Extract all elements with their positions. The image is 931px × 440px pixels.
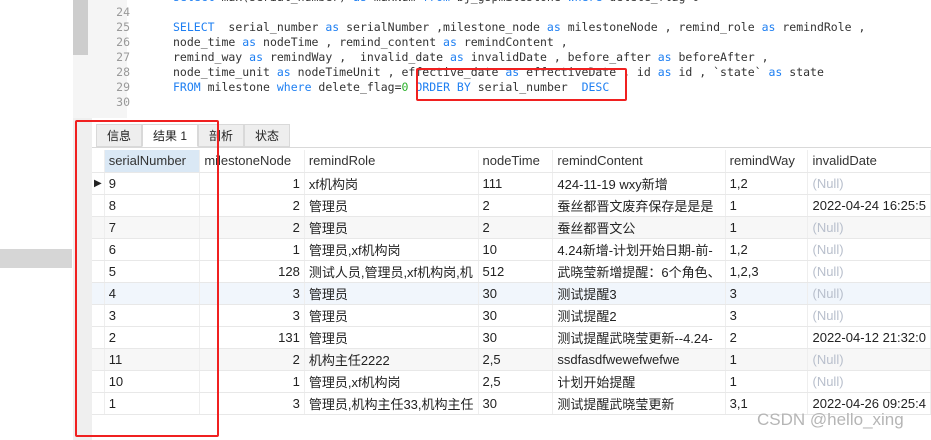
cell-remindWay[interactable]: 3	[725, 304, 809, 327]
cell-remindContent[interactable]: 测试提醒2	[552, 304, 726, 327]
cell-nodeTime[interactable]: 2	[478, 194, 554, 217]
cell-nodeTime[interactable]: 2,5	[478, 370, 554, 393]
cell-nodeTime[interactable]: 111	[478, 172, 554, 195]
cell-remindRole[interactable]: 测试人员,管理员,xf机构岗,机	[304, 260, 479, 283]
cell-invalidDate[interactable]: (Null)	[807, 304, 931, 327]
cell-remindRole[interactable]: 管理员	[304, 282, 479, 305]
column-header-remindWay[interactable]: remindWay	[725, 150, 809, 173]
cell-remindRole[interactable]: 管理员,xf机构岗	[304, 370, 479, 393]
sql-line-25[interactable]: SELECT serial_number as serialNumber ,mi…	[173, 20, 865, 35]
cell-remindContent[interactable]: 4.24新增-计划开始日期-前-	[552, 238, 726, 261]
cell-remindRole[interactable]: 管理员	[304, 326, 479, 349]
cell-remindRole[interactable]: 机构主任2222	[304, 348, 479, 371]
column-header-invalidDate[interactable]: invalidDate	[807, 150, 931, 173]
line-number: 26	[116, 35, 130, 49]
line-number: 29	[116, 80, 130, 94]
sql-line-27[interactable]: remind_way as remindWay , invalid_date a…	[173, 50, 769, 65]
line-number: 27	[116, 50, 130, 64]
cell-nodeTime[interactable]: 30	[478, 282, 554, 305]
cell-remindWay[interactable]: 1	[725, 216, 809, 239]
cell-remindRole[interactable]: 管理员	[304, 194, 479, 217]
cell-remindWay[interactable]: 1	[725, 348, 809, 371]
sql-line-23[interactable]: select max(serial_number) as maxNum from…	[173, 0, 699, 5]
line-number: 25	[116, 20, 130, 34]
cell-remindContent[interactable]: 计划开始提醒	[552, 370, 726, 393]
cell-nodeTime[interactable]: 512	[478, 260, 554, 283]
line-number: 24	[116, 5, 130, 19]
cell-remindContent[interactable]: 蚕丝都晋文公	[552, 216, 726, 239]
cell-remindWay[interactable]: 1	[725, 194, 809, 217]
side-panel-scrollbar[interactable]	[0, 249, 72, 268]
cell-remindRole[interactable]: xf机构岗	[304, 172, 479, 195]
watermark: CSDN @hello_xing	[757, 410, 904, 429]
cell-nodeTime[interactable]: 2	[478, 216, 554, 239]
cell-remindWay[interactable]: 1	[725, 370, 809, 393]
cell-remindContent[interactable]: ssdfasdfwewefwefwe	[552, 348, 726, 371]
line-number: 28	[116, 65, 130, 79]
cell-invalidDate[interactable]: 2022-04-24 16:25:5	[807, 194, 931, 217]
cell-remindRole[interactable]: 管理员,xf机构岗	[304, 238, 479, 261]
cell-invalidDate[interactable]: (Null)	[807, 282, 931, 305]
cell-remindWay[interactable]: 1,2	[725, 238, 809, 261]
cell-remindContent[interactable]: 武晓莹新增提醒：6个角色、	[552, 260, 726, 283]
cell-invalidDate[interactable]: 2022-04-12 21:32:0	[807, 326, 931, 349]
cell-nodeTime[interactable]: 2,5	[478, 348, 554, 371]
cell-remindRole[interactable]: 管理员,机构主任33,机构主任	[304, 392, 479, 415]
cell-remindContent[interactable]: 424-11-19 wxy新增	[552, 172, 726, 195]
column-header-remindRole[interactable]: remindRole	[304, 150, 479, 173]
cell-invalidDate[interactable]: (Null)	[807, 172, 931, 195]
cell-nodeTime[interactable]: 30	[478, 326, 554, 349]
column-header-nodeTime[interactable]: nodeTime	[478, 150, 554, 173]
cell-remindWay[interactable]: 3	[725, 282, 809, 305]
cell-remindContent[interactable]: 测试提醒3	[552, 282, 726, 305]
tab-status[interactable]: 状态	[244, 124, 291, 147]
cell-nodeTime[interactable]: 30	[478, 304, 554, 327]
cell-nodeTime[interactable]: 30	[478, 392, 554, 415]
cell-remindContent[interactable]: 测试提醒武晓莹更新--4.24-	[552, 326, 726, 349]
highlight-box-serial-column	[75, 120, 219, 437]
cell-remindWay[interactable]: 1,2	[725, 172, 809, 195]
cell-invalidDate[interactable]: (Null)	[807, 370, 931, 393]
sql-line-26[interactable]: node_time as nodeTime , remind_content a…	[173, 35, 568, 50]
column-header-remindContent[interactable]: remindContent	[552, 150, 726, 173]
cell-remindContent[interactable]: 蚕丝都晋文废弃保存是是是	[552, 194, 726, 217]
cell-nodeTime[interactable]: 10	[478, 238, 554, 261]
scrollbar-thumb[interactable]	[73, 0, 88, 55]
cell-invalidDate[interactable]: (Null)	[807, 348, 931, 371]
cell-remindWay[interactable]: 1,2,3	[725, 260, 809, 283]
cell-invalidDate[interactable]: (Null)	[807, 238, 931, 261]
cell-remindContent[interactable]: 测试提醒武晓莹更新	[552, 392, 726, 415]
cell-invalidDate[interactable]: (Null)	[807, 260, 931, 283]
highlight-box-order-by	[416, 68, 627, 101]
cell-remindRole[interactable]: 管理员	[304, 304, 479, 327]
cell-invalidDate[interactable]: (Null)	[807, 216, 931, 239]
cell-remindRole[interactable]: 管理员	[304, 216, 479, 239]
line-number: 30	[116, 95, 130, 109]
cell-remindWay[interactable]: 2	[725, 326, 809, 349]
